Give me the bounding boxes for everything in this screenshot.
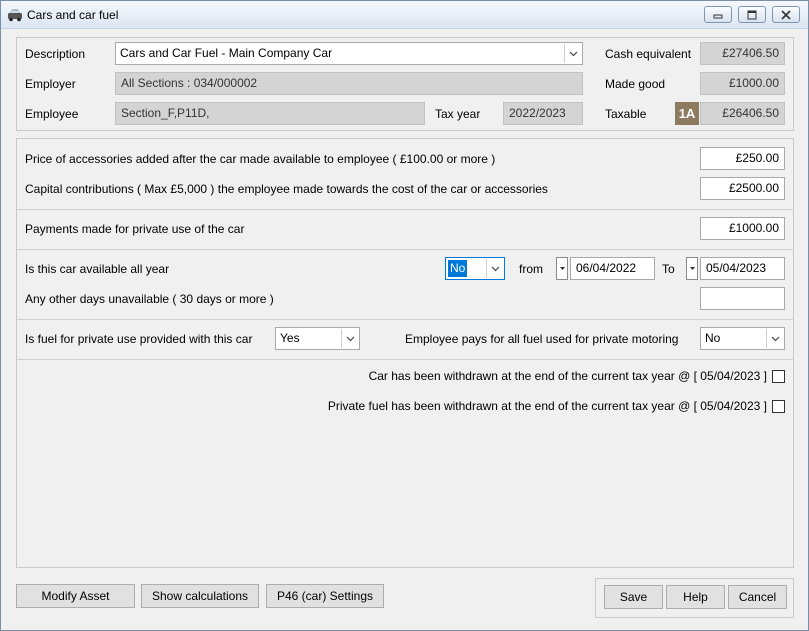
show-calculations-button[interactable]: Show calculations <box>141 584 259 608</box>
taxable-badge: 1A <box>675 102 699 125</box>
capital-contributions-input[interactable]: £2500.00 <box>700 177 785 200</box>
car-withdrawn-checkbox[interactable] <box>772 370 785 383</box>
cash-equivalent-label: Cash equivalent <box>605 47 692 61</box>
employee-field: Section_F,P11D, <box>115 102 425 125</box>
help-button[interactable]: Help <box>666 585 725 609</box>
details-panel <box>16 138 794 568</box>
close-button[interactable] <box>772 6 800 23</box>
p46-settings-button[interactable]: P46 (car) Settings <box>266 584 384 608</box>
capital-contributions-label: Capital contributions ( Max £5,000 ) the… <box>25 182 548 196</box>
fuel-provided-select[interactable]: Yes <box>275 327 360 350</box>
chevron-down-icon <box>766 329 783 348</box>
tax-year-field: 2022/2023 <box>503 102 583 125</box>
fuel-provided-value: Yes <box>280 331 300 345</box>
accessories-price-label: Price of accessories added after the car… <box>25 152 496 166</box>
made-good-field: £1000.00 <box>700 72 785 95</box>
tax-year-label: Tax year <box>435 107 481 121</box>
maximize-button[interactable] <box>738 6 766 23</box>
available-all-year-value: No <box>448 260 468 277</box>
available-all-year-select[interactable]: No <box>445 257 505 280</box>
divider <box>16 249 794 250</box>
taxable-field: £26406.50 <box>700 102 785 125</box>
taxable-label: Taxable <box>605 107 647 121</box>
cars-fuel-window: Cars and car fuel Description Cars and C… <box>0 0 809 631</box>
dropdown-arrow-icon <box>689 266 695 270</box>
maximize-icon <box>747 10 757 19</box>
private-payments-label: Payments made for private use of the car <box>25 222 245 236</box>
available-all-year-label: Is this car available all year <box>25 262 170 276</box>
chevron-down-icon <box>564 44 581 63</box>
chevron-down-icon <box>341 329 358 348</box>
fuel-provided-label: Is fuel for private use provided with th… <box>25 332 253 346</box>
divider <box>16 359 794 360</box>
from-date-input[interactable]: 06/04/2022 <box>570 257 655 280</box>
minimize-icon <box>713 14 723 18</box>
employee-pays-fuel-select[interactable]: No <box>700 327 785 350</box>
made-good-label: Made good <box>605 77 666 91</box>
employee-pays-fuel-label: Employee pays for all fuel used for priv… <box>405 332 679 346</box>
minimize-button[interactable] <box>704 6 732 23</box>
title-bar: Cars and car fuel <box>1 1 808 29</box>
description-label: Description <box>25 47 86 61</box>
employer-field: All Sections : 034/000002 <box>115 72 583 95</box>
divider <box>16 319 794 320</box>
divider <box>16 209 794 210</box>
to-date-input[interactable]: 05/04/2023 <box>700 257 785 280</box>
save-button[interactable]: Save <box>604 585 663 609</box>
cash-equivalent-field: £27406.50 <box>700 42 785 65</box>
to-label: To <box>662 262 675 276</box>
chevron-down-icon <box>486 259 503 278</box>
from-label: from <box>519 262 543 276</box>
private-payments-input[interactable]: £1000.00 <box>700 217 785 240</box>
other-days-label: Any other days unavailable ( 30 days or … <box>25 292 274 306</box>
close-icon <box>781 9 791 20</box>
employee-label: Employee <box>25 107 79 121</box>
other-days-input[interactable] <box>700 287 785 310</box>
car-withdrawn-label: Car has been withdrawn at the end of the… <box>368 369 767 383</box>
description-value: Cars and Car Fuel - Main Company Car <box>120 46 333 60</box>
dropdown-arrow-icon <box>559 266 565 270</box>
fuel-withdrawn-checkbox[interactable] <box>772 400 785 413</box>
employee-pays-fuel-value: No <box>705 331 721 345</box>
employer-label: Employer <box>25 77 76 91</box>
accessories-price-input[interactable]: £250.00 <box>700 147 785 170</box>
modify-asset-button[interactable]: Modify Asset <box>16 584 135 608</box>
from-date-spinner[interactable] <box>556 257 568 280</box>
car-icon <box>8 9 22 22</box>
to-date-spinner[interactable] <box>686 257 698 280</box>
window-title: Cars and car fuel <box>27 8 119 22</box>
cancel-button[interactable]: Cancel <box>728 585 787 609</box>
description-select[interactable]: Cars and Car Fuel - Main Company Car <box>115 42 583 65</box>
fuel-withdrawn-label: Private fuel has been withdrawn at the e… <box>327 399 767 413</box>
